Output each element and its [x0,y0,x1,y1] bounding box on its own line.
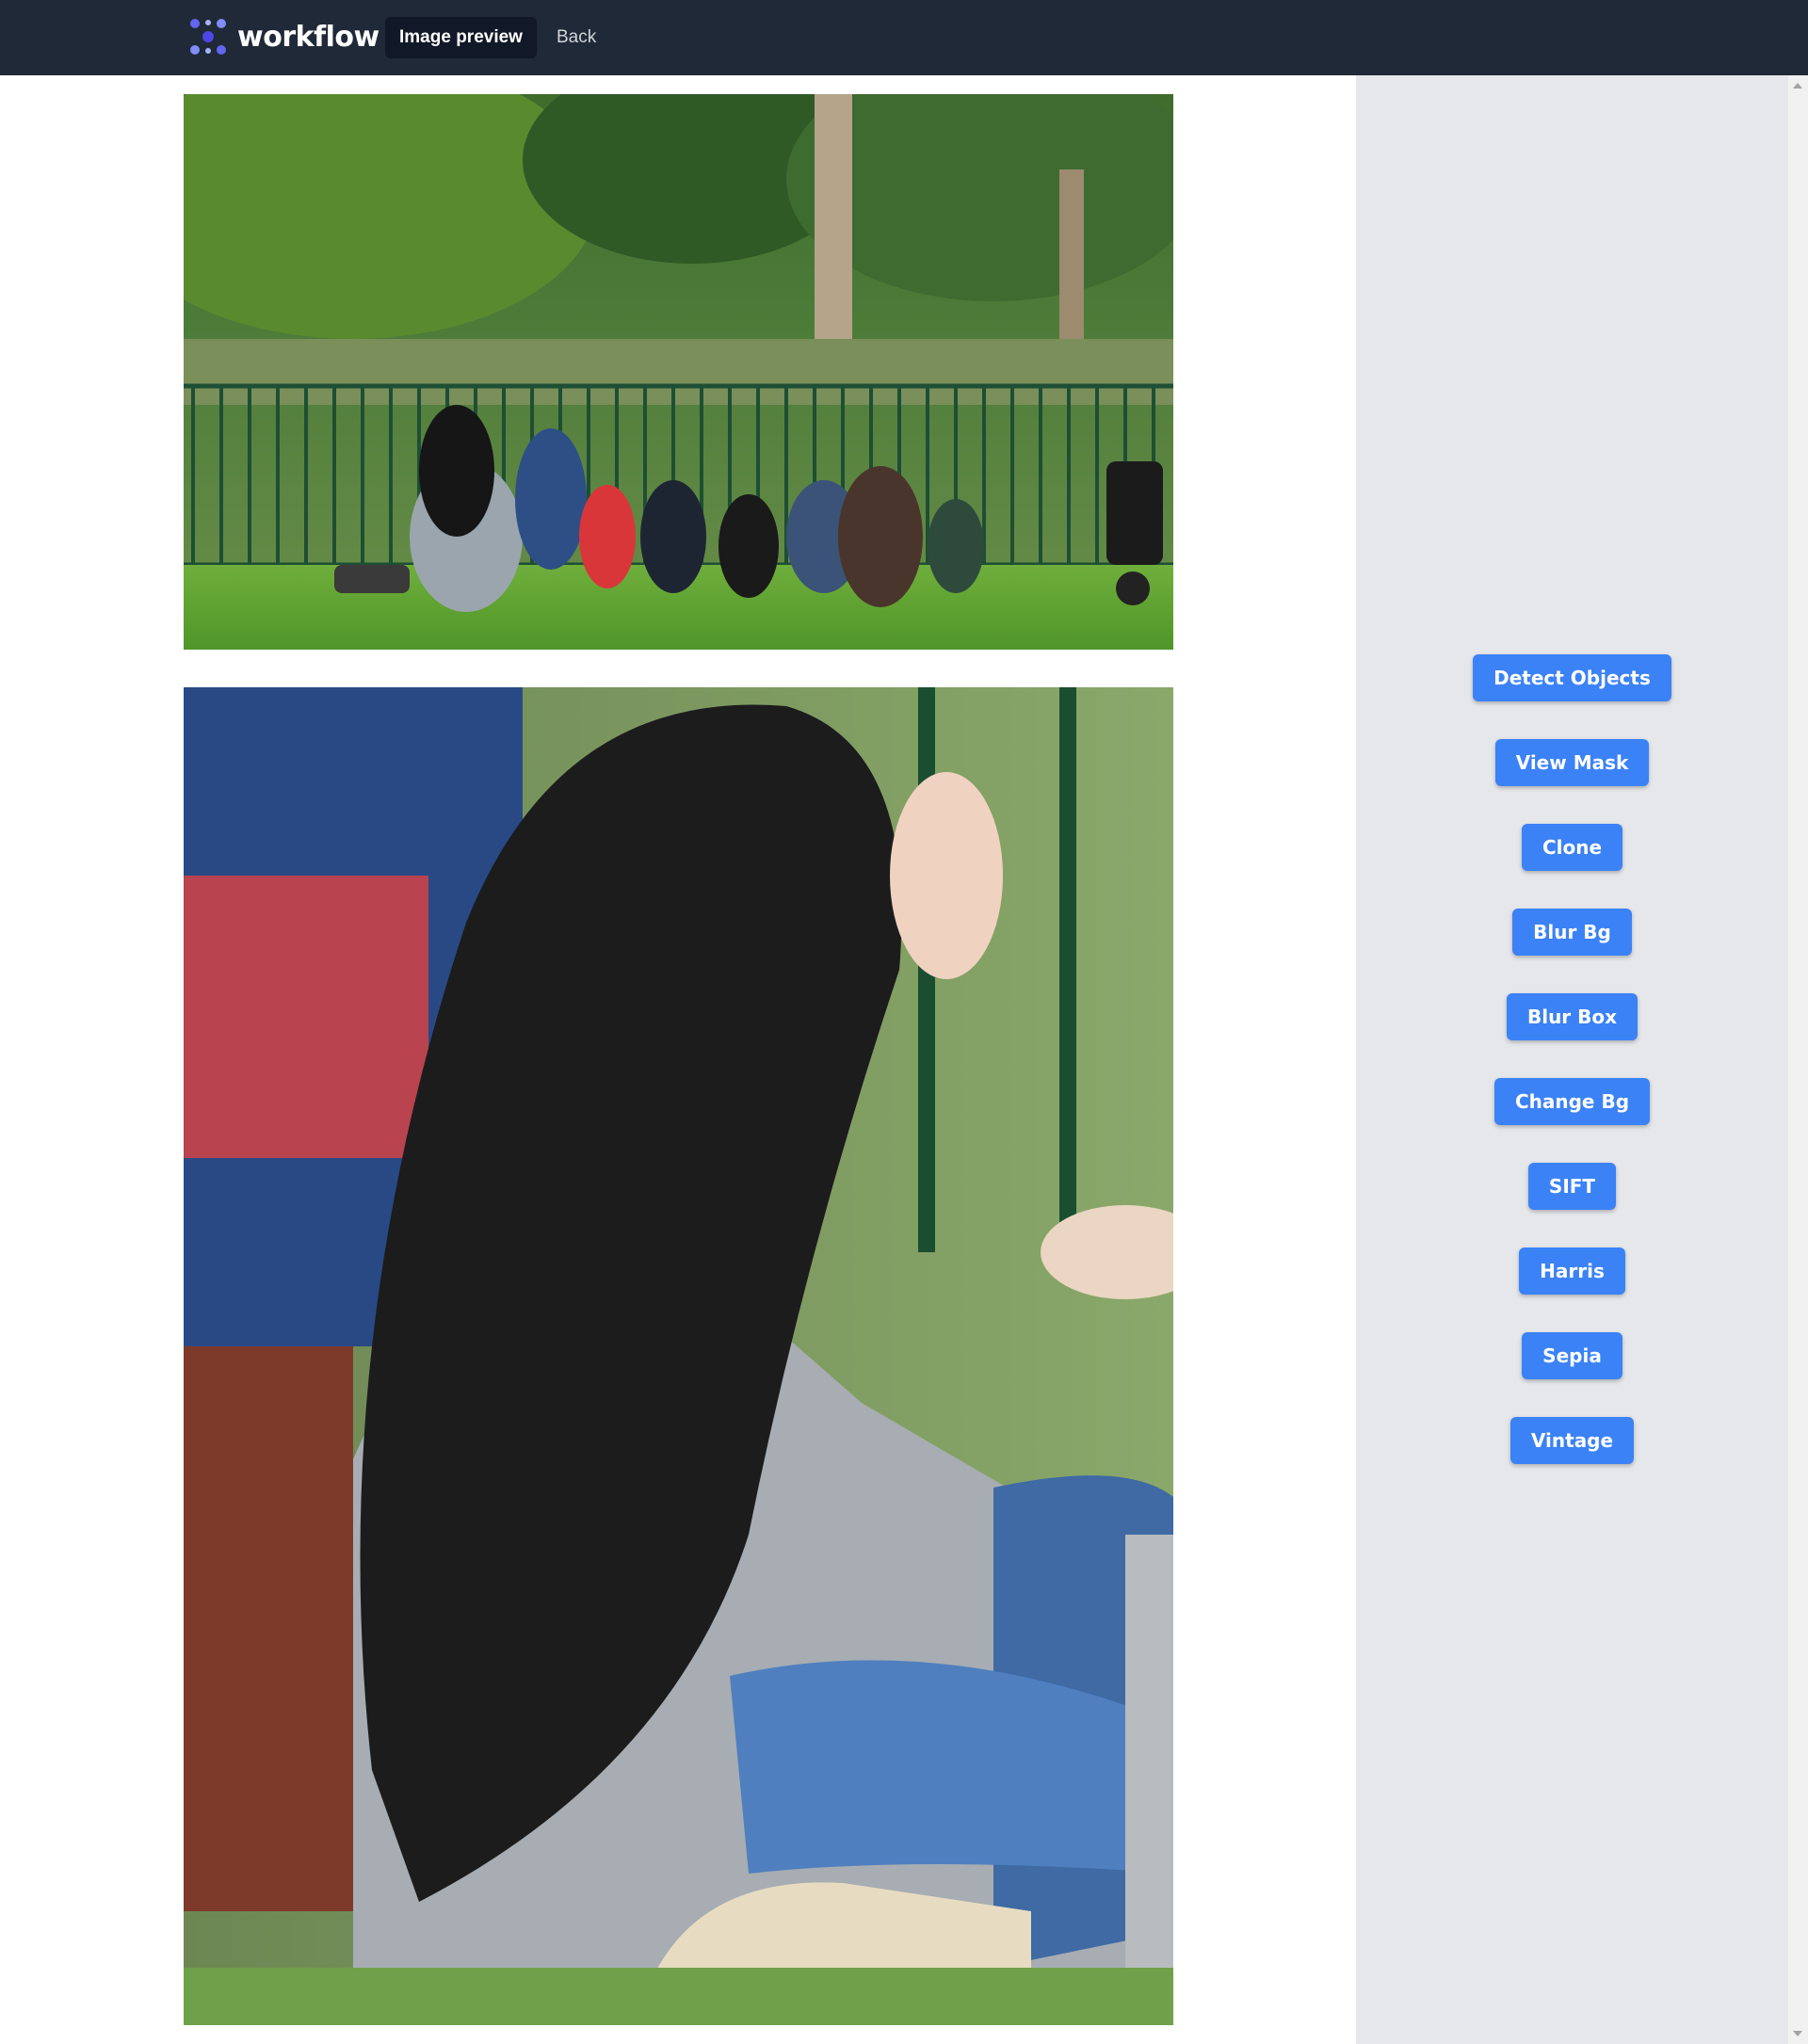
vintage-button[interactable]: Vintage [1509,1417,1635,1464]
tab-image-preview[interactable]: Image preview [385,17,537,58]
brand-name: workflow [237,20,379,54]
blur-box-button[interactable]: Blur Box [1506,993,1638,1040]
sepia-button[interactable]: Sepia [1522,1332,1622,1379]
clone-button[interactable]: Clone [1521,824,1623,871]
original-image [184,94,1173,650]
top-navbar: workflow Image preview Back [0,0,1808,75]
detect-objects-button[interactable]: Detect Objects [1473,654,1671,701]
tool-button-list: Detect Objects View Mask Clone Blur Bg B… [1356,654,1788,1502]
scroll-up-icon[interactable] [1793,83,1802,89]
vertical-scrollbar[interactable] [1788,75,1808,2044]
zoomed-image [184,687,1173,2025]
back-link[interactable]: Back [542,17,610,58]
view-mask-button[interactable]: View Mask [1494,739,1650,786]
scroll-down-icon[interactable] [1793,2031,1802,2036]
harris-button[interactable]: Harris [1519,1247,1625,1295]
blur-bg-button[interactable]: Blur Bg [1512,909,1632,956]
workflow-logo-icon [190,19,226,55]
change-bg-button[interactable]: Change Bg [1493,1078,1651,1125]
sift-button[interactable]: SIFT [1527,1163,1617,1210]
image-preview-area [0,75,1356,2044]
tools-sidebar: Detect Objects View Mask Clone Blur Bg B… [1356,75,1788,2044]
brand[interactable]: workflow [186,15,379,58]
